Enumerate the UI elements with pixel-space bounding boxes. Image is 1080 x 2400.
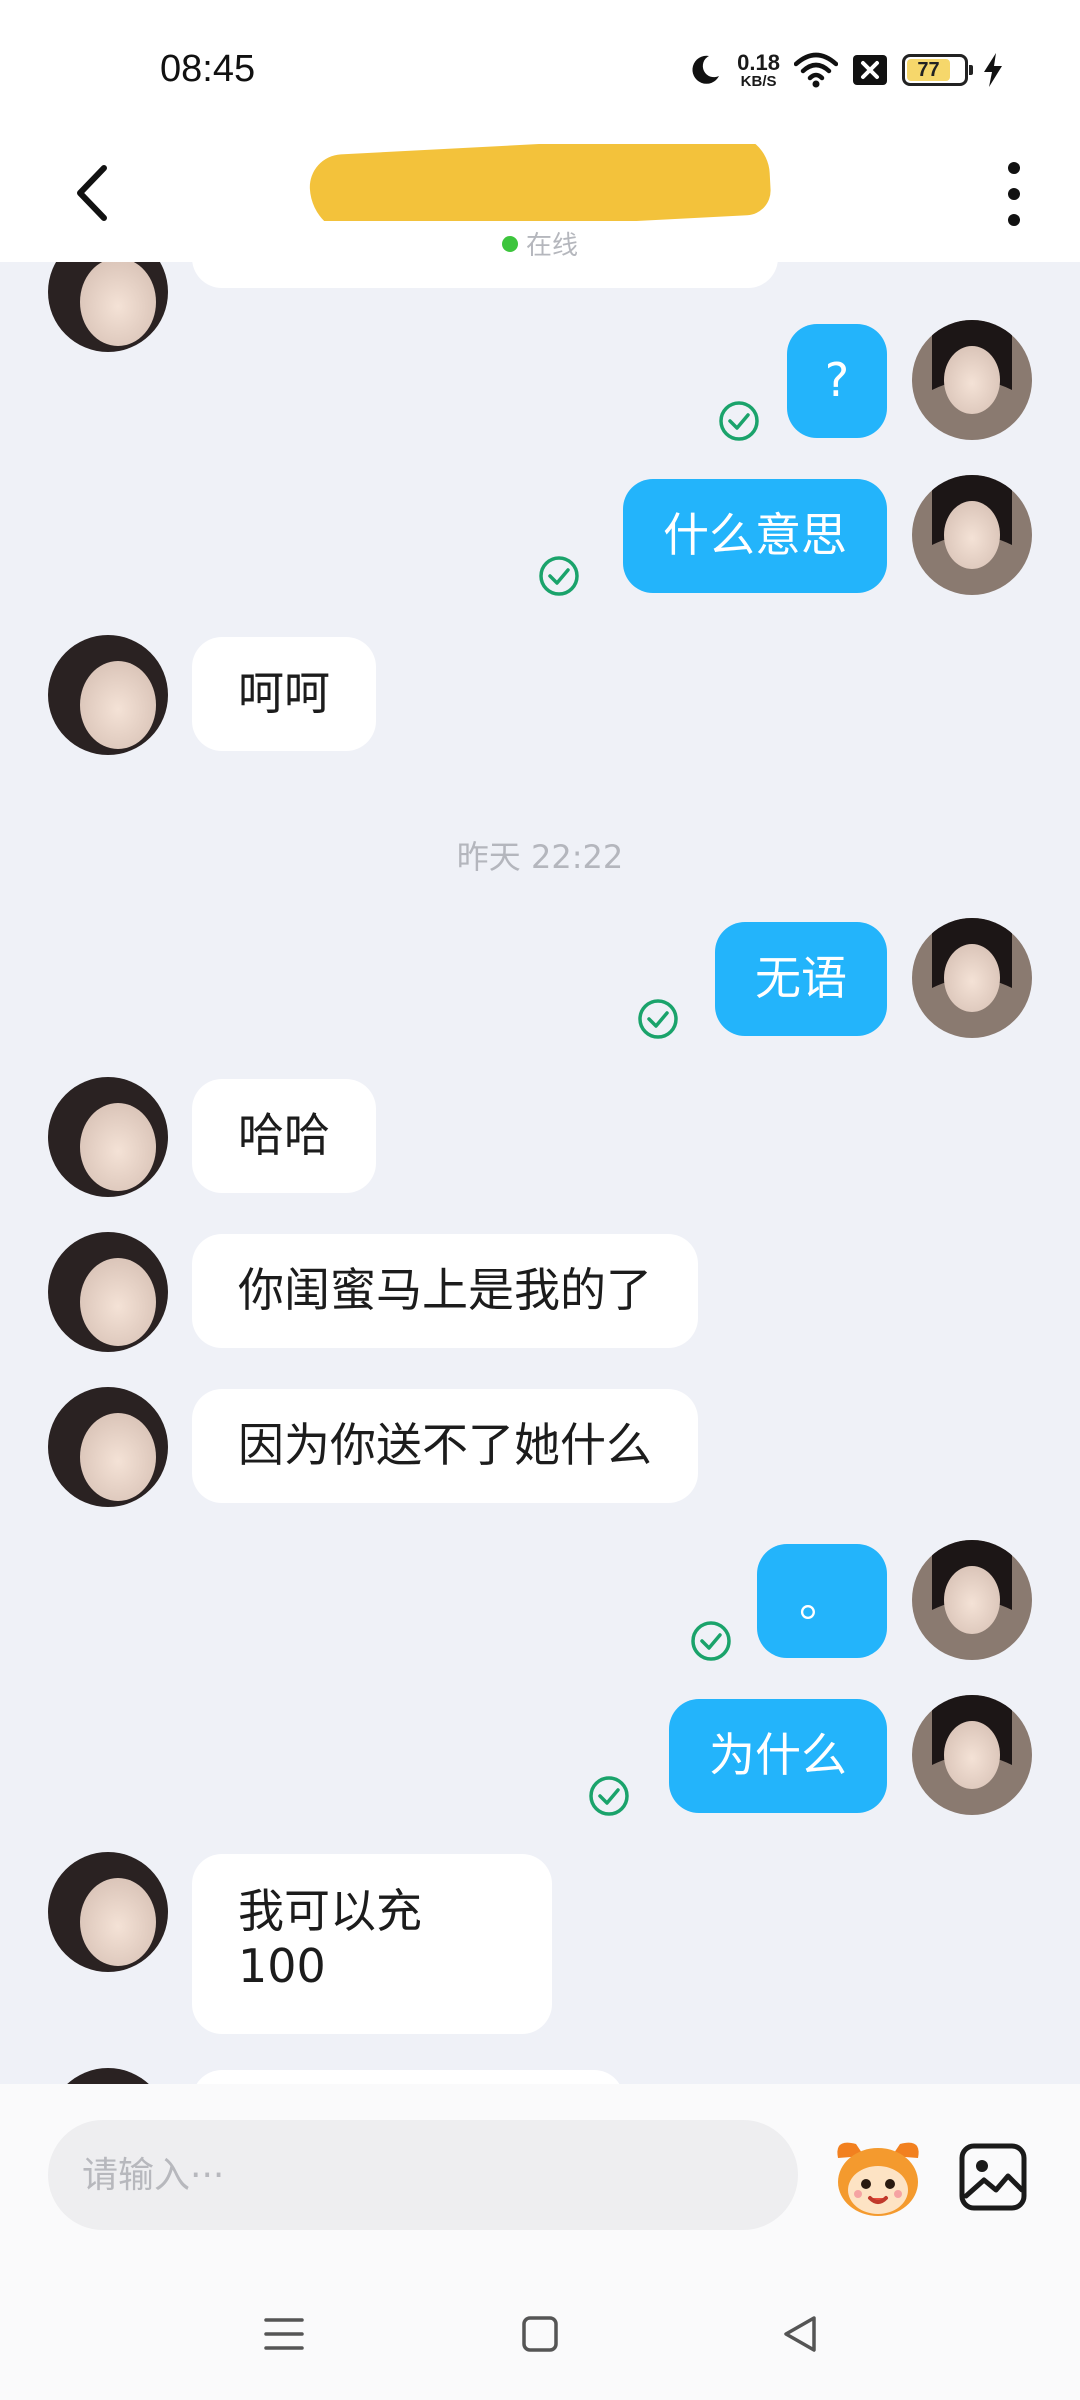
message-list[interactable]: ? 什么意思 呵呵 昨天 22:22 无语 哈哈 你闺蜜马上是我的了 因为你送不… [0, 262, 1080, 2084]
presence-text: 在线 [525, 231, 578, 261]
network-speed-value: 0.18 [737, 49, 780, 75]
contact-avatar[interactable] [48, 2068, 168, 2084]
incoming-bubble[interactable]: 我可以充100 [192, 1854, 552, 2034]
outgoing-bubble[interactable]: 为什么 [669, 1699, 887, 1813]
outgoing-bubble[interactable]: 。 [757, 1544, 887, 1658]
incoming-bubble[interactable] [192, 262, 778, 288]
input-bar [0, 2084, 1080, 2264]
presence-status: 在线 [501, 225, 578, 262]
incoming-bubble[interactable]: 因为你送不了她什么 [192, 1389, 698, 1503]
image-picker-icon[interactable] [958, 2142, 1028, 2212]
contact-avatar[interactable] [48, 1077, 168, 1197]
network-speed: 0.18 KB/S [737, 49, 780, 90]
my-avatar[interactable] [912, 475, 1032, 595]
moon-icon [692, 55, 720, 84]
my-avatar[interactable] [912, 918, 1032, 1038]
outgoing-bubble[interactable]: ? [787, 324, 887, 438]
outgoing-bubble[interactable]: 无语 [715, 922, 887, 1036]
contact-avatar[interactable] [48, 1232, 168, 1352]
emoji-mascot-icon[interactable] [830, 2128, 926, 2224]
incoming-bubble[interactable] [192, 2070, 624, 2084]
chat-header: 在线 [0, 130, 1080, 262]
contact-avatar[interactable] [48, 635, 168, 755]
my-avatar[interactable] [912, 320, 1032, 440]
incoming-bubble[interactable]: 哈哈 [192, 1079, 376, 1193]
system-nav-bar [0, 2264, 1080, 2400]
chat-title: 在线 [300, 130, 780, 262]
wifi-icon [794, 52, 838, 88]
name-redaction-mark [308, 144, 772, 221]
my-avatar[interactable] [912, 1695, 1032, 1815]
my-avatar[interactable] [912, 1540, 1032, 1660]
read-check-icon [589, 1776, 629, 1816]
charging-icon [984, 53, 1002, 87]
outgoing-bubble[interactable]: 什么意思 [623, 479, 887, 593]
sim-off-icon [853, 55, 887, 85]
contact-avatar[interactable] [48, 1387, 168, 1507]
status-bar: 08:45 0.18 KB/S 77 [0, 0, 1080, 130]
home-square-icon[interactable] [510, 2304, 570, 2364]
contact-avatar[interactable] [48, 262, 168, 352]
contact-avatar[interactable] [48, 1852, 168, 1972]
status-time: 08:45 [160, 48, 256, 90]
incoming-bubble[interactable]: 呵呵 [192, 637, 376, 751]
incoming-bubble[interactable]: 你闺蜜马上是我的了 [192, 1234, 698, 1348]
more-vertical-icon[interactable] [994, 154, 1034, 234]
timestamp: 昨天 22:22 [456, 838, 624, 876]
menu-icon[interactable] [254, 2304, 314, 2364]
read-check-icon [539, 556, 579, 596]
back-triangle-icon[interactable] [770, 2304, 830, 2364]
network-speed-unit: KB/S [740, 72, 777, 90]
read-check-icon [638, 999, 678, 1039]
contact-name [300, 144, 780, 221]
online-dot-icon [501, 235, 518, 252]
message-input[interactable] [48, 2120, 798, 2230]
back-arrow-icon[interactable] [62, 158, 122, 228]
read-check-icon [691, 1621, 731, 1661]
battery-level: 77 [917, 59, 940, 81]
read-check-icon [719, 401, 759, 441]
status-icons: 0.18 KB/S 77 [687, 46, 1004, 94]
battery-icon: 77 [902, 54, 973, 86]
